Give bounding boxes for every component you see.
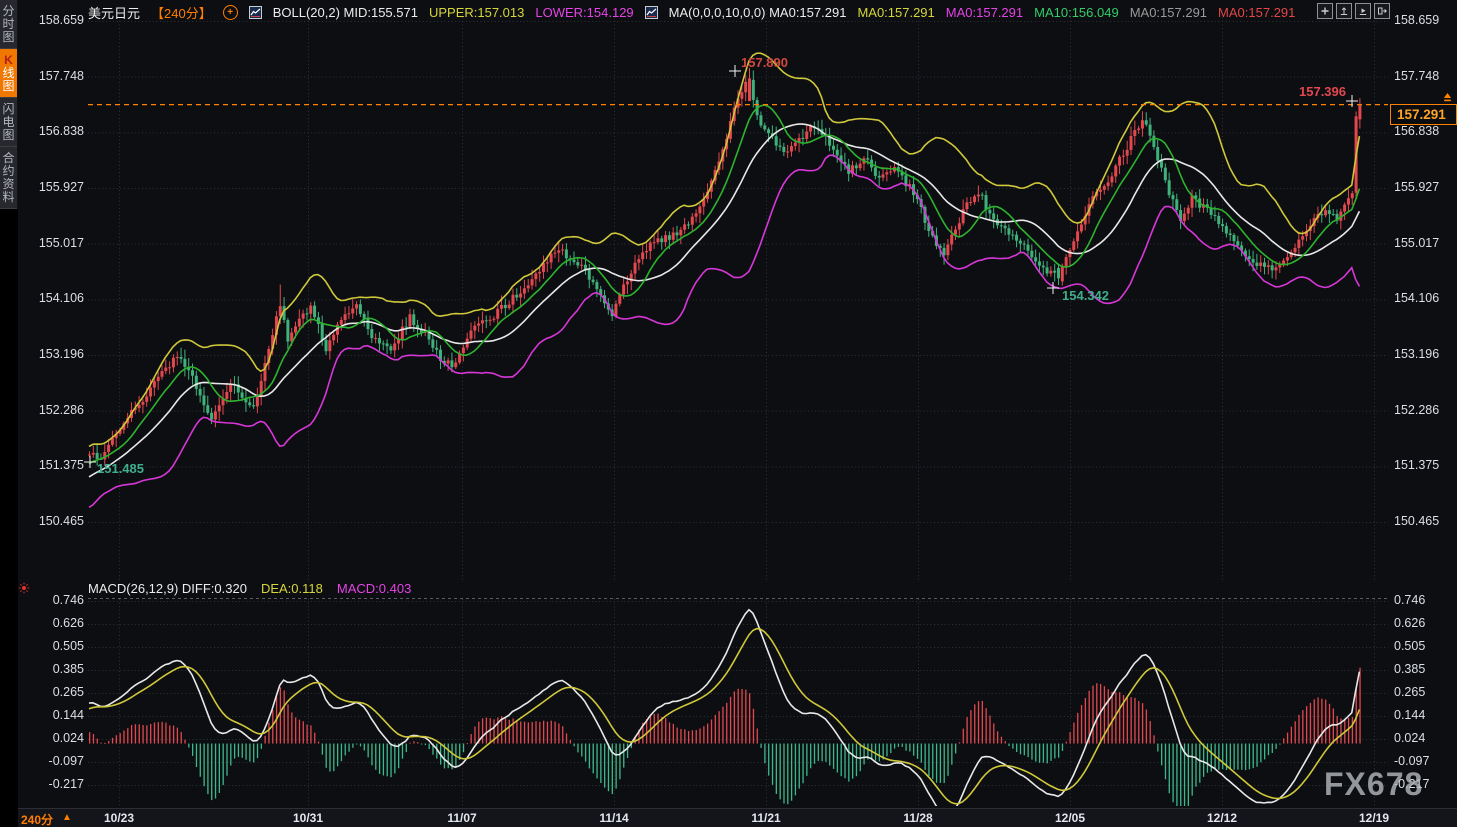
expand-window-icon[interactable]: [1374, 3, 1390, 19]
macd-tick-left: -0.097: [28, 754, 84, 769]
ma0-yellow-label: MA0:157.291: [857, 5, 934, 20]
date-label: 10/23: [104, 811, 134, 825]
date-label: 11/07: [447, 811, 476, 825]
price-tick-right: 150.465: [1394, 514, 1439, 529]
timeframe-label[interactable]: 240分: [21, 811, 53, 827]
watermark: FX678: [1324, 766, 1423, 803]
macd-tick-right: 0.505: [1394, 639, 1425, 654]
ma0-magenta-label: MA0:157.291: [946, 5, 1023, 20]
macd-tick-left: 0.024: [28, 731, 84, 746]
macd-tick-left: 0.505: [28, 639, 84, 654]
sidebar-tab-0[interactable]: 分时图: [0, 0, 17, 49]
sidebar-tabs: 分时图K线图闪电图合约资料: [0, 0, 18, 209]
macd-tick-left: 0.746: [28, 593, 84, 608]
alert-dot-icon[interactable]: [18, 581, 30, 599]
crosshair-marker: [84, 455, 96, 473]
tab-char: 图: [0, 129, 17, 142]
mini-chart-icon: [645, 6, 658, 19]
price-tick-right: 158.659: [1394, 13, 1439, 28]
mini-chart-icon: [249, 6, 262, 19]
crosshair-marker: [729, 64, 741, 82]
price-tick-right: 157.748: [1394, 69, 1439, 84]
macd-tick-left: 0.144: [28, 708, 84, 723]
macd-tick-right: 0.265: [1394, 685, 1425, 700]
macd-tick-right: 0.626: [1394, 616, 1425, 631]
tab-char: 料: [0, 191, 17, 204]
price-tick-right: 151.375: [1394, 458, 1439, 473]
period-label: 【240分】: [151, 3, 212, 22]
date-label: 11/21: [751, 811, 780, 825]
price-annotation: 154.342: [1062, 288, 1109, 303]
price-tick-right: 155.017: [1394, 236, 1439, 251]
price-annotation: 151.485: [97, 461, 144, 476]
timeframe-arrow-icon[interactable]: ▲: [62, 812, 72, 823]
macd-tick-right: 0.144: [1394, 708, 1425, 723]
crosshair-marker: [1047, 281, 1059, 299]
ma0-red-label: MA0:157.291: [1218, 5, 1295, 20]
time-axis-bar: 240分 ▲ 10/23 10/31 11/07 11/14 11/21 11/28 12/…: [0, 808, 1457, 827]
crosshair-marker: [1346, 94, 1358, 112]
price-tick-left: 153.196: [28, 347, 84, 362]
macd-diff-label: MACD(26,12,9) DIFF:0.320: [88, 581, 247, 596]
last-price-value: 157.291: [1397, 107, 1446, 122]
kline-chart-app: 分时图K线图闪电图合约资料 美元日元【240分】 + BOLL(20,2) MID:…: [0, 0, 1457, 827]
macd-tick-right: 0.024: [1394, 731, 1425, 746]
tab-char: 图: [0, 80, 17, 93]
chart-canvas[interactable]: [0, 0, 1457, 827]
price-tick-left: 155.017: [28, 236, 84, 251]
indicator-panel-icon[interactable]: [1355, 3, 1371, 19]
price-tick-left: 151.375: [28, 458, 84, 473]
price-tick-left: 156.838: [28, 124, 84, 139]
price-tick-right: 152.286: [1394, 403, 1439, 418]
macd-tick-left: 0.265: [28, 685, 84, 700]
macd-tick-left: 0.385: [28, 662, 84, 677]
ma10-label: MA10:156.049: [1034, 5, 1119, 20]
price-tick-left: 158.659: [28, 13, 84, 28]
macd-value-label: MACD:0.403: [337, 581, 411, 596]
sidebar-tab-3[interactable]: 合约资料: [0, 147, 17, 209]
macd-tick-left: -0.217: [28, 777, 84, 792]
date-label: 11/14: [599, 811, 628, 825]
price-tick-right: 156.838: [1394, 124, 1439, 139]
date-label: 12/12: [1207, 811, 1237, 825]
collapse-circle-icon[interactable]: +: [223, 5, 238, 20]
boll-mid-label: BOLL(20,2) MID:155.571: [273, 5, 418, 20]
layout-grid-icon[interactable]: [1317, 3, 1333, 19]
chart-toolbar: [1317, 3, 1390, 19]
date-label: 11/28: [903, 811, 932, 825]
sidebar-tab-2[interactable]: 闪电图: [0, 98, 17, 147]
tab-char: 图: [0, 31, 17, 44]
symbol-title: 美元日元: [88, 3, 140, 22]
price-tick-left: 154.106: [28, 291, 84, 306]
price-tick-left: 152.286: [28, 403, 84, 418]
price-tick-left: 155.927: [28, 180, 84, 195]
price-tick-right: 155.927: [1394, 180, 1439, 195]
price-annotation: 157.396: [1299, 84, 1346, 99]
sidebar: 分时图K线图闪电图合约资料: [0, 0, 18, 827]
macd-dea-label: DEA:0.118: [261, 581, 323, 596]
indicator-legend-bar: 美元日元【240分】 + BOLL(20,2) MID:155.571 UPPER:1…: [88, 3, 1295, 22]
price-tick-right: 154.106: [1394, 291, 1439, 306]
date-label: 12/19: [1359, 811, 1389, 825]
date-label: 10/31: [293, 811, 323, 825]
price-tick-left: 157.748: [28, 69, 84, 84]
macd-tick-left: 0.626: [28, 616, 84, 631]
ma0-gray-label: MA0:157.291: [1130, 5, 1207, 20]
scroll-to-latest-icon[interactable]: [1442, 90, 1453, 108]
boll-upper-label: UPPER:157.013: [429, 5, 524, 20]
macd-legend: MACD(26,12,9) DIFF:0.320 DEA:0.118 MACD:0.…: [88, 581, 411, 596]
boll-lower-label: LOWER:154.129: [535, 5, 633, 20]
axis-scale-icon[interactable]: [1336, 3, 1352, 19]
price-tick-right: 153.196: [1394, 347, 1439, 362]
macd-tick-right: 0.385: [1394, 662, 1425, 677]
macd-tick-right: 0.746: [1394, 593, 1425, 608]
price-tick-left: 150.465: [28, 514, 84, 529]
ma-group-label: MA(0,0,0,10,0,0) MA0:157.291: [669, 5, 847, 20]
price-annotation: 157.890: [741, 55, 788, 70]
sidebar-tab-1[interactable]: K线图: [0, 49, 17, 98]
date-label: 12/05: [1055, 811, 1085, 825]
